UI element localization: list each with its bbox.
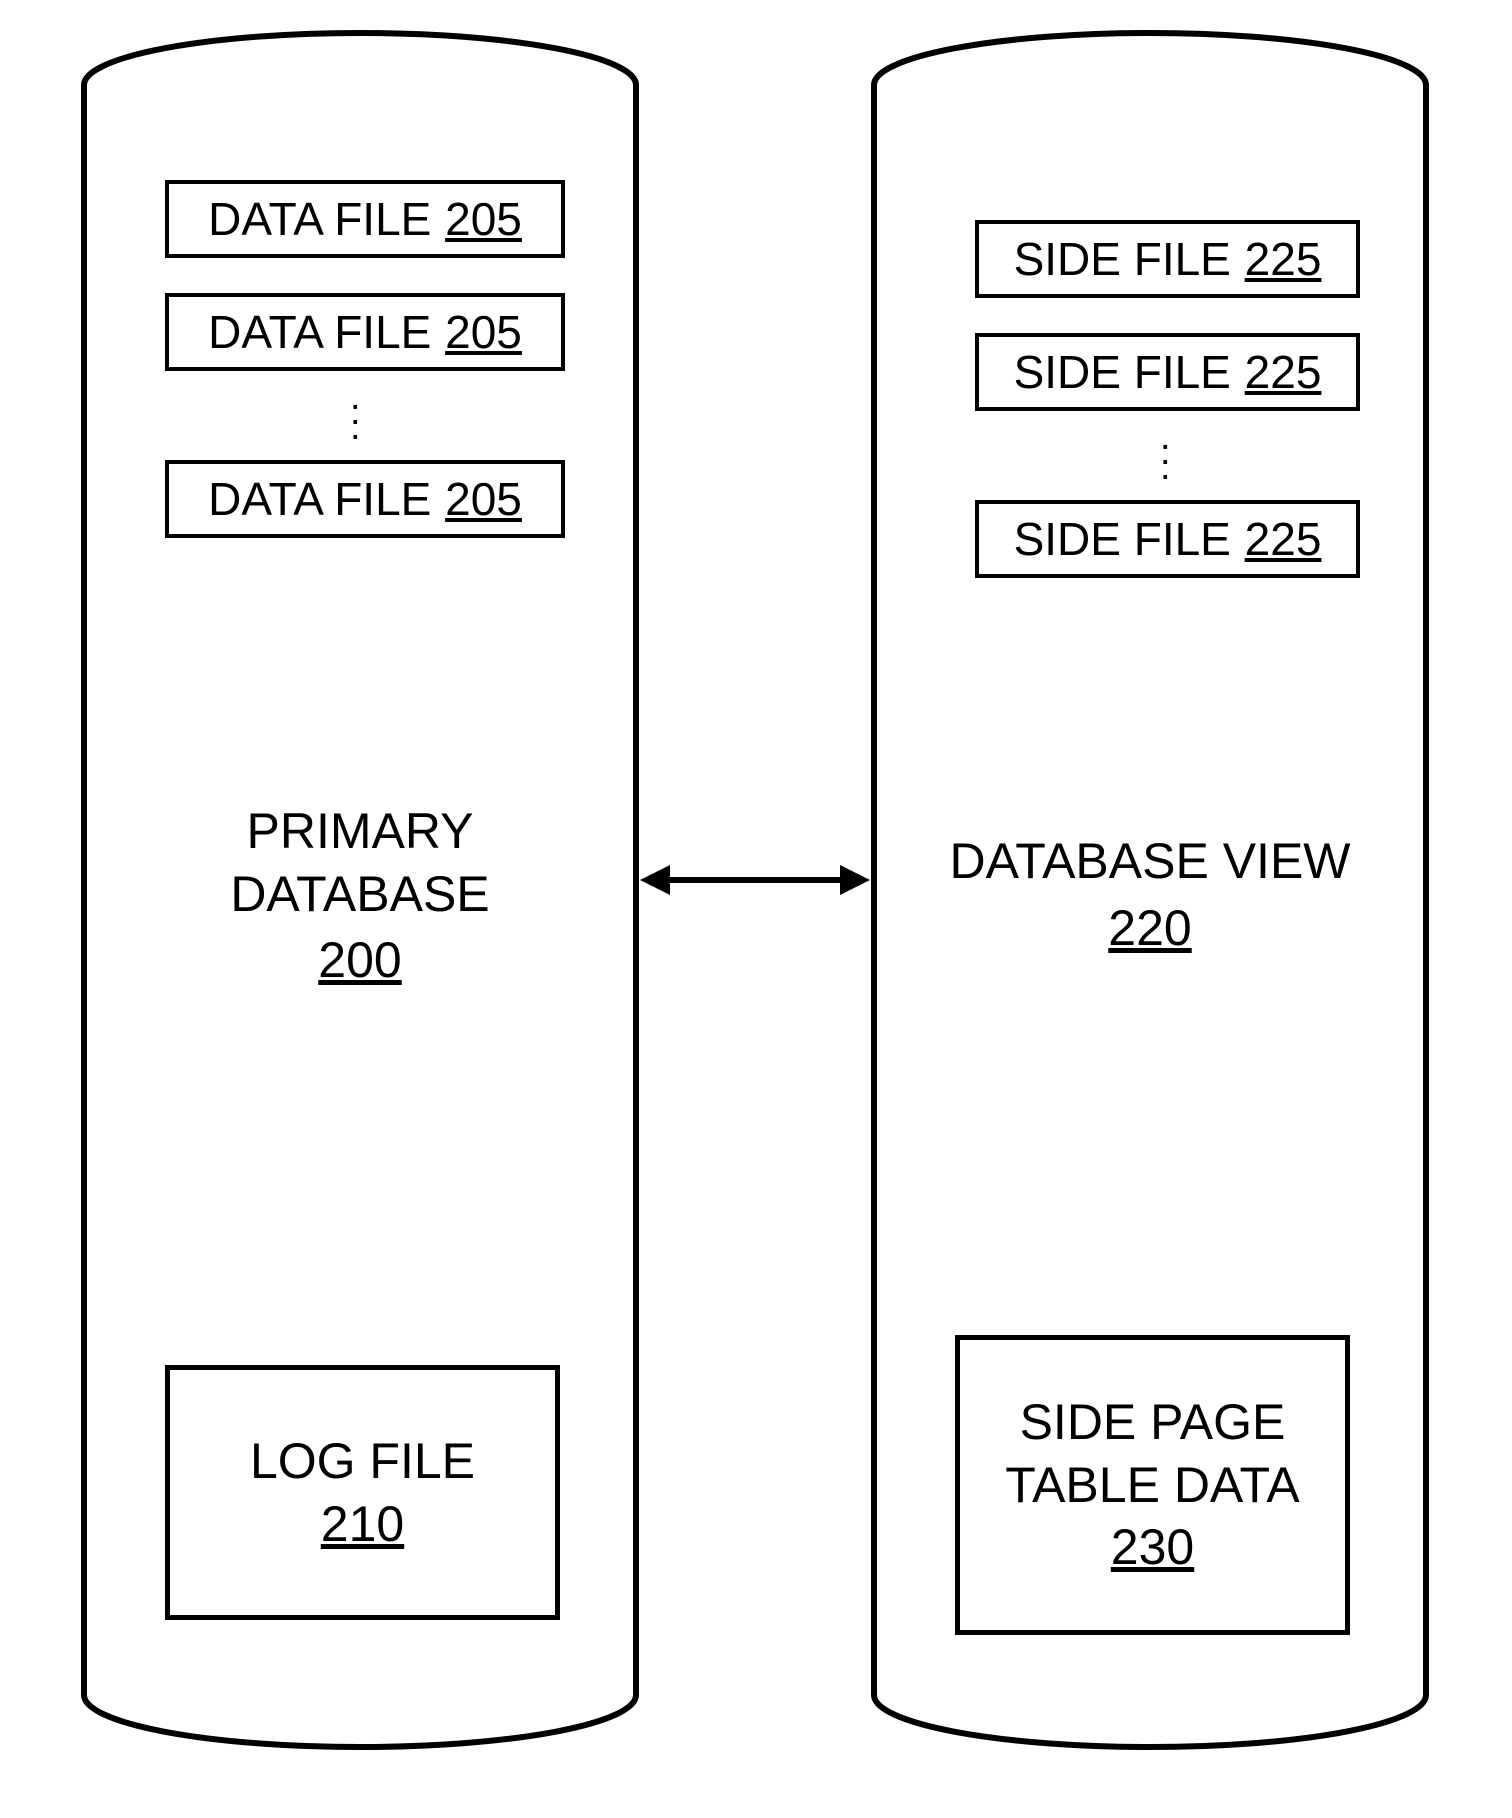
label-line: DATABASE VIEW	[949, 833, 1350, 889]
diagram-canvas: DATA FILE 205 DATA FILE 205 ... DATA FIL…	[0, 0, 1512, 1818]
side-page-table-data-box: SIDE PAGE TABLE DATA 230	[955, 1335, 1350, 1635]
file-label: DATA FILE	[208, 472, 431, 526]
data-file-box: DATA FILE 205	[165, 180, 565, 258]
data-file-box: DATA FILE 205	[165, 293, 565, 371]
vertical-ellipsis: ...	[350, 390, 361, 436]
database-view-label: DATABASE VIEW 220	[870, 830, 1430, 959]
label-ref: 200	[80, 929, 640, 992]
file-label: DATA FILE	[208, 305, 431, 359]
box-ref: 230	[1111, 1516, 1194, 1579]
file-ref: 205	[445, 192, 522, 246]
file-label: SIDE FILE	[1014, 512, 1231, 566]
database-view-cylinder: SIDE FILE 225 SIDE FILE 225 ... SIDE FIL…	[870, 30, 1430, 1750]
log-file-box: LOG FILE 210	[165, 1365, 560, 1620]
label-line: DATABASE	[230, 866, 489, 922]
vertical-ellipsis: ...	[1160, 430, 1171, 476]
label-line: PRIMARY	[247, 803, 474, 859]
bidirectional-arrow-icon	[640, 855, 870, 905]
file-label: SIDE FILE	[1014, 232, 1231, 286]
box-line: SIDE PAGE	[1020, 1391, 1286, 1454]
box-line: TABLE DATA	[1005, 1454, 1300, 1517]
file-label: SIDE FILE	[1014, 345, 1231, 399]
box-ref: 210	[321, 1493, 404, 1556]
side-file-box: SIDE FILE 225	[975, 220, 1360, 298]
primary-database-cylinder: DATA FILE 205 DATA FILE 205 ... DATA FIL…	[80, 30, 640, 1750]
file-ref: 225	[1245, 345, 1322, 399]
primary-database-label: PRIMARY DATABASE 200	[80, 800, 640, 992]
label-ref: 220	[870, 897, 1430, 960]
data-file-box: DATA FILE 205	[165, 460, 565, 538]
side-file-box: SIDE FILE 225	[975, 333, 1360, 411]
file-ref: 205	[445, 305, 522, 359]
file-ref: 225	[1245, 232, 1322, 286]
side-file-box: SIDE FILE 225	[975, 500, 1360, 578]
file-ref: 225	[1245, 512, 1322, 566]
file-ref: 205	[445, 472, 522, 526]
file-label: DATA FILE	[208, 192, 431, 246]
box-line: LOG FILE	[250, 1430, 475, 1493]
